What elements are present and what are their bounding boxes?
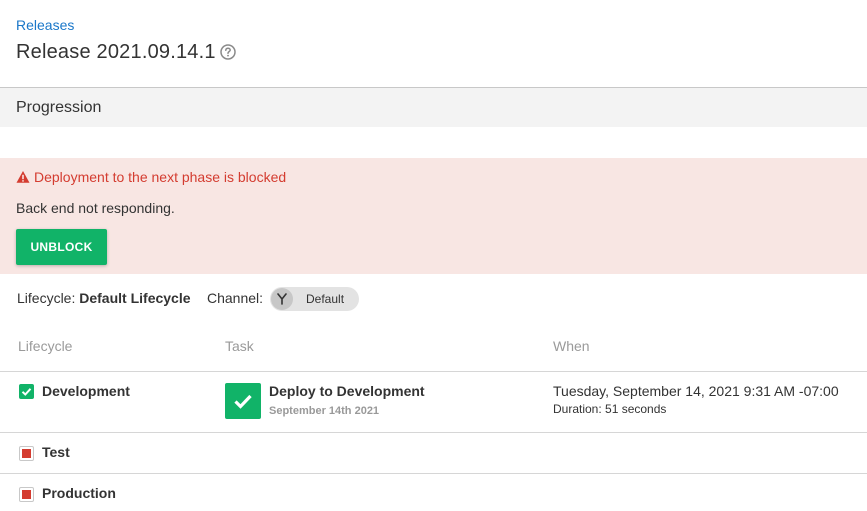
deploy-duration: Duration: 51 seconds <box>553 402 667 416</box>
col-header-when: When <box>553 338 590 354</box>
phase-blocked-indicator <box>19 487 34 502</box>
channel-avatar <box>271 288 293 310</box>
warning-icon <box>16 170 30 184</box>
alert-title: Deployment to the next phase is blocked <box>34 169 287 185</box>
phase-blocked-indicator <box>19 446 34 461</box>
section-header <box>0 87 867 127</box>
task-name-link[interactable]: Deploy to Development <box>269 383 425 399</box>
channel-branch-icon <box>277 293 287 305</box>
channel-label: Channel: <box>207 290 264 306</box>
table-divider <box>0 473 867 474</box>
table-divider <box>0 371 867 372</box>
channel-chip[interactable]: Default <box>270 287 359 311</box>
check-icon <box>21 388 32 396</box>
col-header-lifecycle: Lifecycle <box>18 338 73 354</box>
phase-name-test: Test <box>42 444 70 460</box>
table-divider <box>0 432 867 433</box>
channel-value: Default <box>306 292 345 306</box>
phase-name-production: Production <box>42 485 116 501</box>
lifecycle-info: Lifecycle: Default Lifecycle <box>17 290 191 306</box>
task-success-badge[interactable] <box>225 383 261 419</box>
col-header-task: Task <box>225 338 254 354</box>
deploy-timestamp: Tuesday, September 14, 2021 9:31 AM -07:… <box>553 383 839 399</box>
help-icon[interactable] <box>219 43 237 61</box>
phase-complete-checkbox <box>19 384 34 399</box>
lifecycle-label: Lifecycle: <box>17 290 76 306</box>
phase-name-development: Development <box>42 383 130 399</box>
breadcrumb-releases-link[interactable]: Releases <box>16 17 74 33</box>
section-title: Progression <box>16 99 102 116</box>
page-title: Release 2021.09.14.1 <box>16 41 216 63</box>
unblock-button[interactable]: UNBLOCK <box>16 229 107 265</box>
check-icon <box>234 394 252 409</box>
task-date: September 14th 2021 <box>269 405 380 417</box>
lifecycle-value: Default Lifecycle <box>79 290 191 306</box>
alert-message: Back end not responding. <box>16 200 175 216</box>
